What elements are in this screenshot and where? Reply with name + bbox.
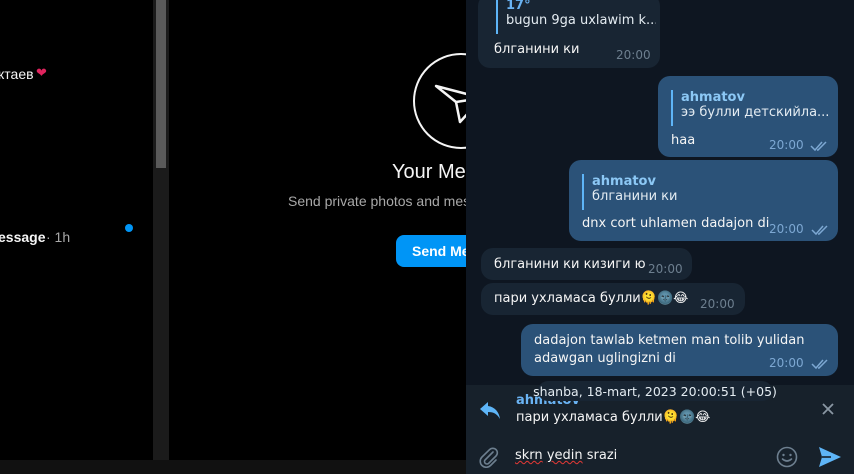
double-check-icon	[810, 141, 827, 152]
misspelled-word: yedin	[546, 448, 583, 463]
conversation-time: · 1h	[46, 229, 71, 245]
message-text-line: adawgan uglingizni di	[534, 351, 676, 366]
double-check-icon	[811, 225, 828, 236]
unread-dot	[125, 224, 133, 232]
reply-arrow-icon	[480, 402, 500, 419]
scrollbar-thumb[interactable]	[156, 0, 166, 168]
input-text-rest: srazi	[582, 448, 618, 463]
reply-quote[interactable]: ahmatov блганини ки	[582, 174, 772, 210]
message-text: haa	[671, 133, 696, 148]
taskbar-strip	[0, 460, 466, 474]
message-bubble[interactable]: dadajon tawlab ketmen man tolib yulidan …	[521, 324, 838, 376]
message-text: dnx cort uhlamen dadajon di	[582, 216, 770, 231]
emoji-icon[interactable]	[775, 445, 799, 469]
reply-snippet: ээ булли детскийла...	[681, 105, 830, 120]
empty-state-title: Your Me	[392, 161, 466, 183]
misspelled-word: skrn	[515, 448, 543, 463]
reply-quote[interactable]: ahmatov ээ булли детскийла...	[671, 90, 835, 126]
send-icon[interactable]	[817, 445, 843, 469]
message-bubble[interactable]: ahmatov ээ булли детскийла... haa 20:00	[658, 76, 838, 157]
double-check-icon	[811, 359, 828, 370]
reply-author: 17°	[506, 0, 531, 13]
message-time: 20:00	[648, 262, 683, 276]
message-text: блганини ки	[494, 42, 580, 57]
paperclip-icon[interactable]	[478, 446, 500, 468]
message-time: 20:00	[616, 48, 651, 62]
reply-quote[interactable]: 17° bugun 9ga uxlawim k...	[496, 0, 656, 34]
message-text: блганини ки кизиги ю	[494, 257, 646, 272]
empty-state-subtitle: Send private photos and mes	[288, 193, 471, 209]
message-bubble[interactable]: блганини ки кизиги ю 20:00	[481, 248, 692, 280]
heart-emoji: ❤	[36, 66, 47, 81]
message-bubble[interactable]: 17° bugun 9ga uxlawim k... блганини ки 2…	[478, 0, 660, 68]
message-time: 20:00	[769, 222, 804, 236]
message-text: пари ухламаса булли🫠🌚😂	[494, 291, 689, 306]
message-bubble[interactable]: пари ухламаса булли🫠🌚😂 20:00	[481, 283, 745, 315]
close-icon[interactable]	[820, 401, 836, 417]
conversation-preview[interactable]: essage	[0, 229, 45, 245]
message-text-line: dadajon tawlab ketmen man tolib yulidan	[534, 333, 805, 348]
date-tooltip: shanba, 18-mart, 2023 20:00:51 (+05)	[533, 381, 777, 401]
reply-snippet: bugun 9ga uxlawim k...	[506, 13, 656, 28]
message-time: 20:00	[769, 356, 804, 370]
reply-author: ahmatov	[592, 174, 656, 189]
message-bubble[interactable]: ahmatov блганини ки dnx cort uhlamen dad…	[569, 160, 838, 241]
reply-snippet: пари ухламаса булли🫠🌚😂	[516, 410, 711, 425]
message-input[interactable]: skrn yedin srazi	[515, 448, 617, 463]
message-time: 20:00	[769, 138, 804, 152]
message-time: 20:00	[700, 297, 735, 311]
reply-author: ahmatov	[681, 90, 745, 105]
reply-snippet: блганини ки	[592, 189, 678, 204]
conversation-name[interactable]: ктаев	[0, 66, 34, 82]
